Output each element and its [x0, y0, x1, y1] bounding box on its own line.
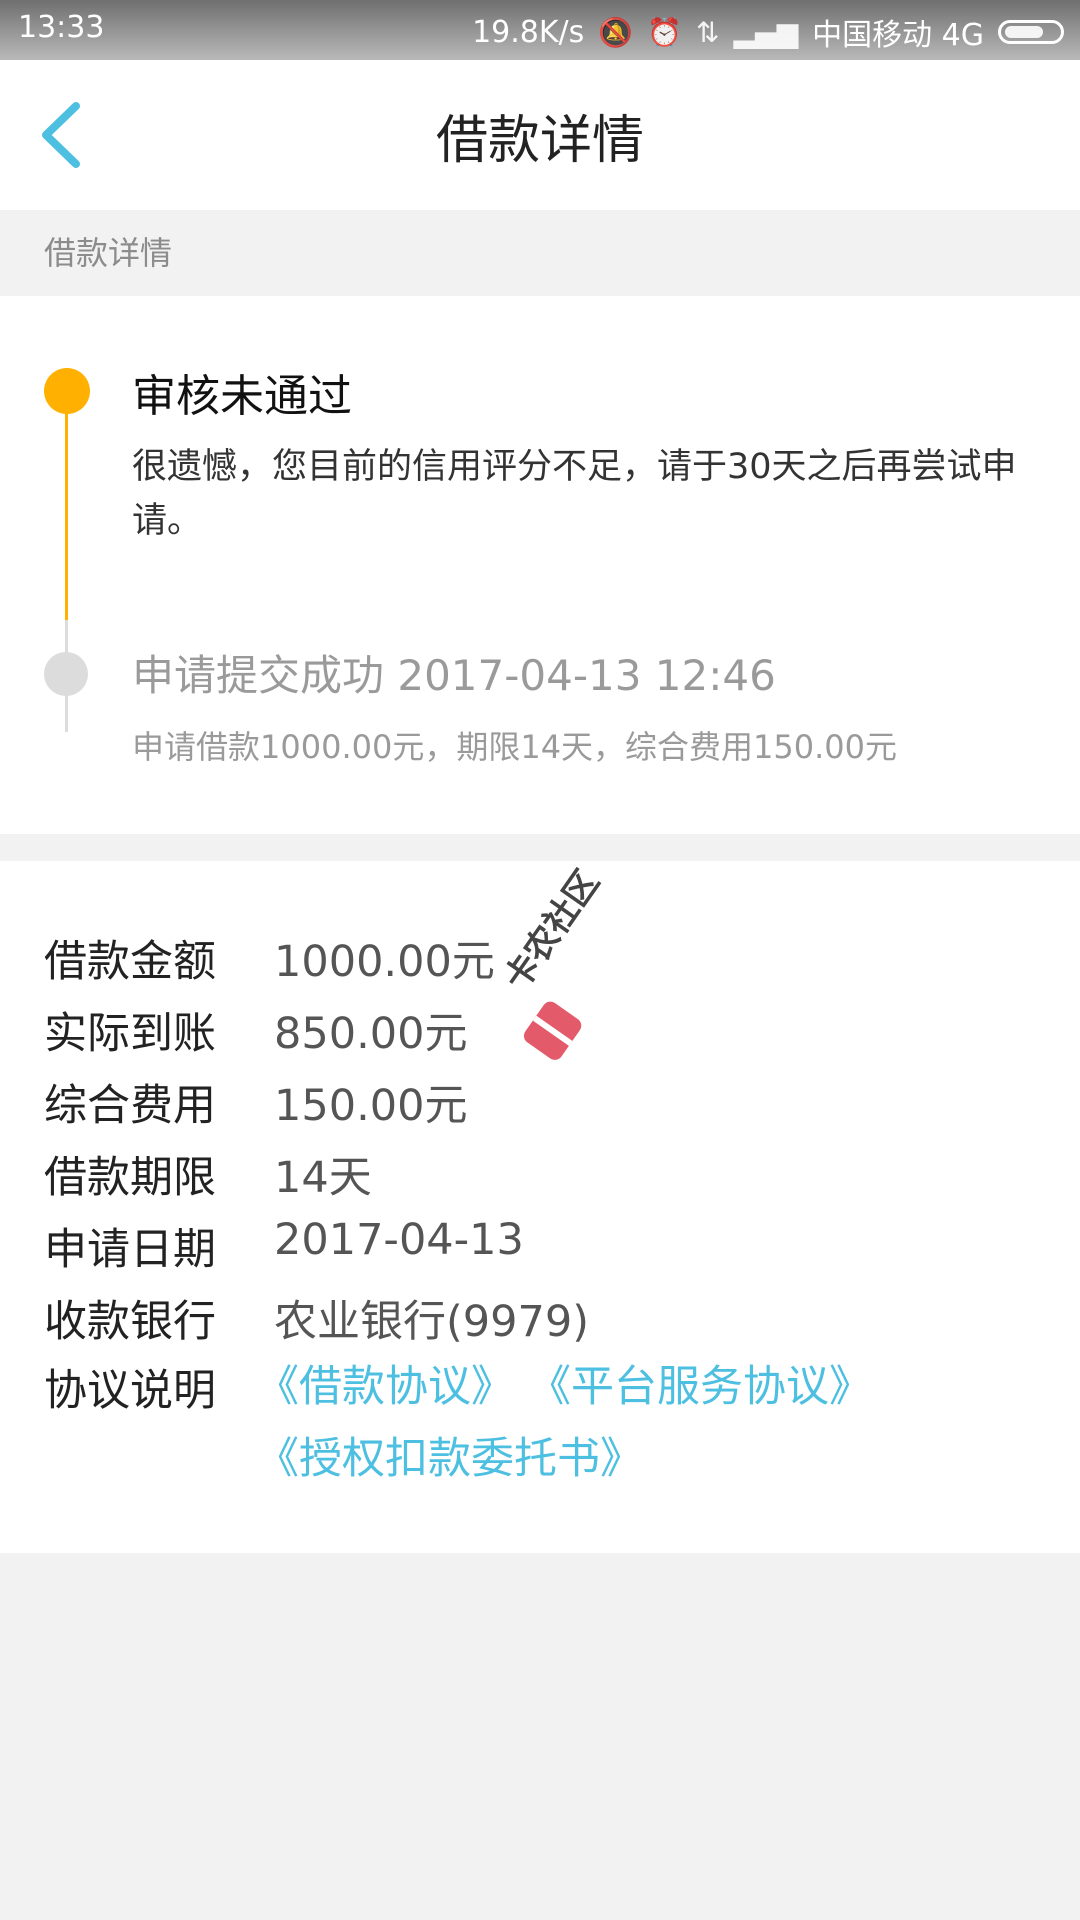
detail-row-bank: 收款银行 农业银行(9979): [44, 1287, 589, 1349]
bell-off-icon: 🔕: [598, 15, 634, 49]
section-label: 借款详情: [44, 234, 173, 272]
detail-row-amount: 借款金额 1000.00元: [44, 927, 495, 989]
detail-key: 借款金额: [44, 937, 216, 987]
carrier-label: 中国移动 4G: [812, 18, 984, 53]
status-right: 19.8K/s 🔕 ⏰ ⇅ ▂▄▆ 中国移动 4G: [472, 10, 1064, 54]
detail-key: 申请日期: [44, 1225, 216, 1275]
detail-row-term: 借款期限 14天: [44, 1143, 372, 1205]
detail-key: 收款银行: [44, 1297, 216, 1347]
debit-authorization-link[interactable]: 《授权扣款委托书》: [256, 1423, 643, 1495]
timeline-line-active: [65, 390, 68, 620]
watermark-text: 卡农社区: [496, 863, 608, 998]
detail-value: 150.00元: [274, 1081, 468, 1131]
alarm-icon: ⏰: [647, 15, 683, 49]
app-header: 借款详情: [0, 60, 1080, 210]
detail-value: 850.00元: [274, 1009, 468, 1059]
loan-agreement-link[interactable]: 《借款协议》: [256, 1351, 514, 1423]
platform-service-agreement-link[interactable]: 《平台服务协议》: [528, 1351, 872, 1423]
detail-value: 农业银行(9979): [274, 1297, 589, 1347]
detail-row-fee: 综合费用 150.00元: [44, 1071, 467, 1133]
network-speed: 19.8K/s: [472, 14, 585, 50]
page-title: 借款详情: [435, 111, 644, 171]
agreement-label: 协议说明: [44, 1366, 216, 1416]
review-status-desc: 很遗憾，您目前的信用评分不足，请于30天之后再尝试申请。: [132, 447, 1017, 541]
timeline-dot-inactive: [44, 652, 88, 696]
agreement-links: 《借款协议》 《平台服务协议》 《授权扣款委托书》: [256, 1351, 886, 1495]
status-bar: 13:33 19.8K/s 🔕 ⏰ ⇅ ▂▄▆ 中国移动 4G: [0, 0, 1080, 60]
status-timeline: 审核未通过 很遗憾，您目前的信用评分不足，请于30天之后再尝试申请。 申请提交成…: [0, 296, 1080, 834]
detail-key: 借款期限: [44, 1153, 216, 1203]
detail-value: 14天: [274, 1153, 372, 1203]
review-status-title: 审核未通过: [132, 371, 352, 422]
detail-row-received: 实际到账 850.00元: [44, 999, 467, 1061]
detail-value: 2017-04-13: [274, 1215, 524, 1265]
timeline-dot-active: [44, 368, 90, 414]
detail-row-date: 申请日期 2017-04-13: [44, 1215, 524, 1277]
detail-key: 综合费用: [44, 1081, 216, 1131]
data-arrows-icon: ⇅: [696, 15, 720, 49]
battery-icon: [998, 20, 1064, 44]
detail-key: 实际到账: [44, 1009, 216, 1059]
status-time: 13:33: [18, 10, 105, 45]
signal-icon: ▂▄▆: [733, 15, 799, 49]
submit-status-desc: 申请借款1000.00元，期限14天，综合费用150.00元: [132, 728, 898, 766]
submit-status-title: 申请提交成功 2017-04-13 12:46: [132, 651, 776, 700]
